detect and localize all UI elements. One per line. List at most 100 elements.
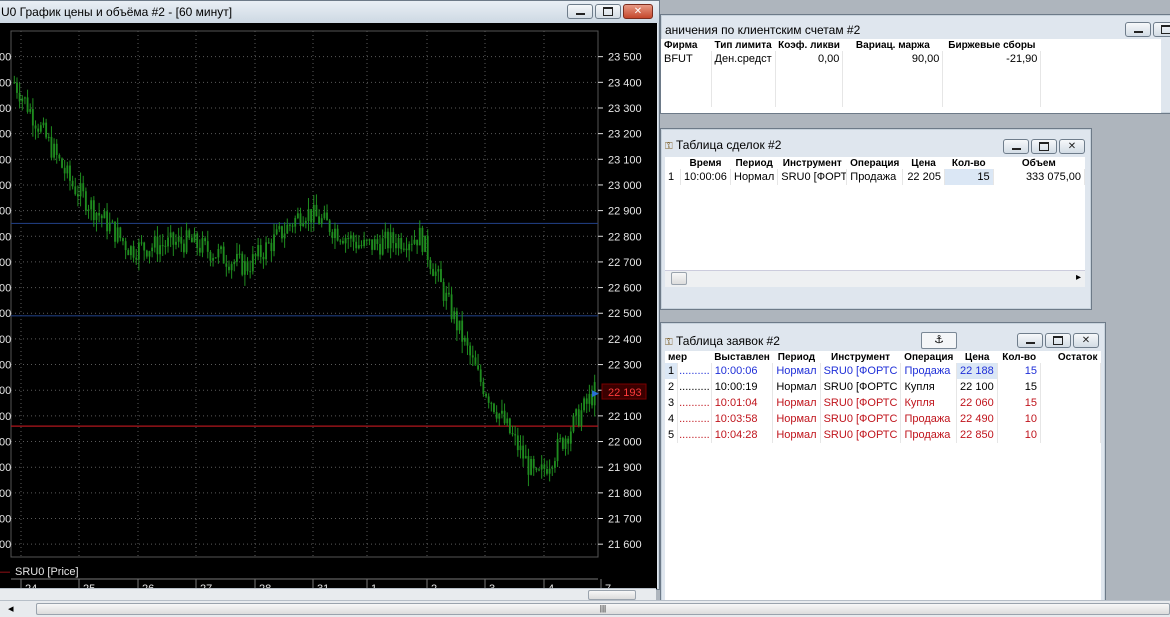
orders-col-operation[interactable]: Операция	[900, 351, 957, 363]
scrollbar-thumb[interactable]	[588, 590, 636, 600]
candle-body	[458, 320, 461, 331]
left-tick-label: 00	[0, 385, 11, 397]
left-tick-label: 00	[0, 103, 11, 115]
orders-col-price[interactable]: Цена	[956, 351, 998, 363]
candle-body	[230, 264, 233, 271]
candle-body	[440, 269, 442, 283]
candle-body	[61, 158, 63, 168]
chart-window[interactable]: U0 График цены и объёма #2 - [60 минут] …	[0, 0, 660, 590]
table-row[interactable]: 1.......... 10:00:06 Нормал SRU0 [ФОРТС Прод…	[665, 363, 1101, 379]
main-hscroll[interactable]: ◂ |||	[0, 600, 1170, 617]
orders-cell-price: 22 850	[956, 427, 999, 443]
limits-col-firm[interactable]: Фирма	[661, 39, 711, 51]
table-row[interactable]: 3.......... 10:01:04 Нормал SRU0 [ФОРТС Купл…	[665, 395, 1101, 411]
limits-table-area[interactable]: Фирма Тип лимита Коэф. ликви Вариац. мар…	[661, 39, 1161, 113]
limits-maximize-button[interactable]	[1153, 22, 1170, 37]
orders-col-instrument[interactable]: Инструмент	[820, 351, 901, 363]
orders-table-area[interactable]: мер Выставлен Период Инструмент Операция…	[665, 351, 1101, 601]
limits-col-fees[interactable]: Биржевые сборы	[942, 39, 1041, 51]
arrow-left-icon[interactable]: ◂	[8, 602, 14, 615]
candle-body	[310, 209, 313, 223]
orders-cell-qty: 15	[997, 379, 1042, 395]
orders-maximize-button[interactable]	[1045, 333, 1071, 348]
orders-col-rest[interactable]: Остаток	[1040, 351, 1101, 363]
candle-body	[299, 213, 302, 227]
candle-body	[413, 239, 416, 244]
orders-cell-n: 2	[665, 379, 679, 395]
limits-col-margin[interactable]: Вариац. маржа	[842, 39, 943, 51]
candle-body	[225, 263, 228, 267]
table-row[interactable]: 2.......... 10:00:19 Нормал SRU0 [ФОРТС Купл…	[665, 379, 1101, 395]
anchor-button[interactable]: ⚓	[921, 332, 957, 349]
trades-cell: 1	[665, 169, 682, 185]
orders-col-qty[interactable]: Кол-во	[997, 351, 1041, 363]
table-row[interactable]: 5.......... 10:04:28 Нормал SRU0 [ФОРТС Прод…	[665, 427, 1101, 443]
minimize-icon	[1025, 342, 1035, 344]
candle-body	[455, 311, 458, 331]
orders-col-num[interactable]: мер	[665, 351, 712, 363]
table-row[interactable]: 1 10:00:06 Нормал SRU0 [ФОРТС Продажа 22…	[665, 169, 1086, 185]
limits-window-titlebar[interactable]: аничения по клиентским счетам #2	[661, 19, 1170, 41]
y-tick-label: 22 100	[608, 411, 642, 423]
trades-col-instrument[interactable]: Инструмент	[777, 157, 847, 169]
candle-body	[530, 459, 533, 475]
candle-body	[532, 459, 535, 469]
trades-window-title: Таблица сделок #2	[675, 138, 782, 152]
close-icon: ✕	[1067, 140, 1077, 152]
chart-close-button[interactable]: ✕	[623, 4, 653, 19]
trades-maximize-button[interactable]	[1031, 139, 1057, 154]
table-row[interactable]: 4.......... 10:03:58 Нормал SRU0 [ФОРТС Прод…	[665, 411, 1101, 427]
legend-swatch: —	[0, 566, 10, 578]
left-tick-label: 00	[0, 308, 11, 320]
trades-hscroll[interactable]: ▸	[665, 270, 1085, 287]
candle-body	[461, 320, 464, 342]
trades-cell: 22 205	[902, 169, 945, 185]
candle-body	[479, 369, 482, 382]
left-tick-label: 00	[0, 52, 11, 64]
limits-window[interactable]: аничения по клиентским счетам #2 Фирма Т…	[660, 14, 1170, 114]
chart-minimize-button[interactable]	[567, 4, 593, 19]
candle-body	[167, 237, 169, 247]
trades-col-volume[interactable]: Объем	[993, 157, 1085, 169]
left-tick-label: 00	[0, 77, 11, 89]
trades-col-period[interactable]: Период	[730, 157, 778, 169]
arrow-right-icon[interactable]: ▸	[1076, 272, 1081, 283]
trades-close-button[interactable]: ✕	[1059, 139, 1085, 154]
candle-body	[69, 165, 71, 181]
orders-minimize-button[interactable]	[1017, 333, 1043, 348]
candle-body	[95, 212, 98, 221]
left-tick-label: 00	[0, 334, 11, 346]
chart-area[interactable]: 23 500 00 23 400 00 23 300 00 23 200 00 23 100 00…	[0, 23, 657, 589]
trades-minimize-button[interactable]	[1003, 139, 1029, 154]
trades-col-operation[interactable]: Операция	[846, 157, 903, 169]
trades-col-time[interactable]: Время	[680, 157, 731, 169]
limits-col-coef[interactable]: Коэф. ликви	[775, 39, 843, 51]
candle-body	[357, 245, 360, 249]
candle-body	[100, 215, 103, 219]
chart-maximize-button[interactable]	[595, 4, 621, 19]
trades-table-area[interactable]: Время Период Инструмент Операция Цена Ко…	[665, 157, 1086, 287]
trades-col-qty[interactable]: Кол-во	[944, 157, 994, 169]
trades-col-price[interactable]: Цена	[902, 157, 945, 169]
candle-body	[257, 245, 260, 257]
orders-col-period[interactable]: Период	[772, 351, 821, 363]
candle-body	[418, 227, 421, 246]
candle-body	[564, 438, 567, 449]
candle-body	[286, 224, 289, 234]
chart-window-titlebar[interactable]: U0 График цены и объёма #2 - [60 минут]	[0, 1, 659, 23]
candle-body	[516, 435, 519, 451]
candle-body	[21, 98, 24, 102]
table-row[interactable]: BFUT Ден.средст 0,00 90,00 -21,90	[661, 51, 1042, 67]
limits-minimize-button[interactable]	[1125, 22, 1151, 37]
price-chart[interactable]: 23 500 00 23 400 00 23 300 00 23 200 00 23 100 00…	[0, 23, 657, 589]
orders-close-button[interactable]: ✕	[1073, 333, 1099, 348]
scrollbar-thumb[interactable]: |||	[36, 603, 1170, 615]
orders-col-placed[interactable]: Выставлен	[711, 351, 773, 363]
orders-cell-dots: ..........	[677, 363, 712, 379]
candle-body	[190, 237, 193, 243]
orders-window[interactable]: ⚿ Таблица заявок #2 ⚓ ✕ мер Выставлен Пе…	[660, 322, 1106, 604]
scrollbar-thumb[interactable]	[671, 272, 687, 285]
trades-window[interactable]: ⚿ Таблица сделок #2 ✕ Время Период Инстр…	[660, 128, 1092, 310]
limits-col-type[interactable]: Тип лимита	[711, 39, 776, 51]
candle-body	[106, 211, 109, 232]
